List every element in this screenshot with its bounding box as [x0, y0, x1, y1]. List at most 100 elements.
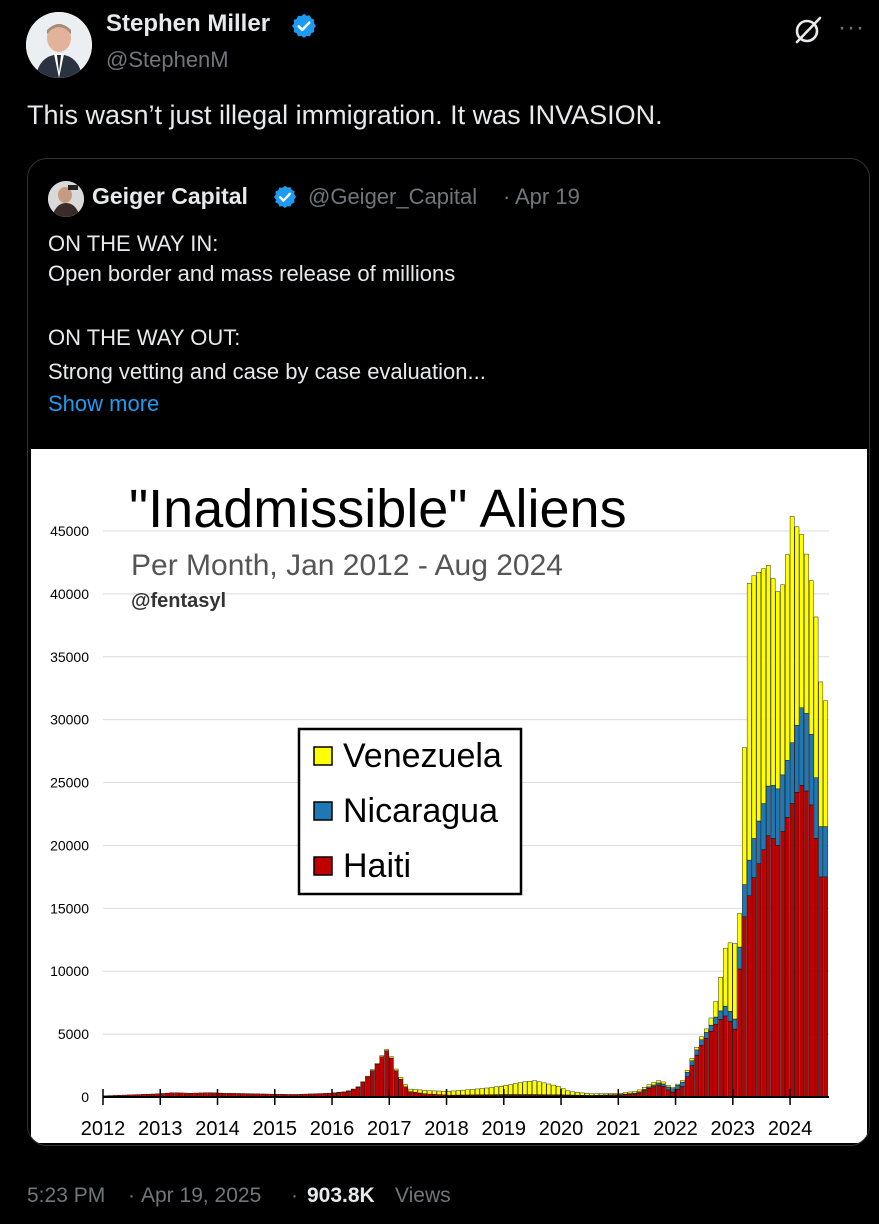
- x-tick-label: 2019: [482, 1118, 527, 1140]
- bar-venezuela: [369, 1069, 375, 1071]
- bar-venezuela: [732, 943, 738, 1020]
- bar-venezuela: [451, 1090, 456, 1096]
- bar-nicaragua: [694, 1049, 700, 1056]
- bar-haiti: [379, 1056, 385, 1098]
- bar-nicaragua: [699, 1039, 704, 1046]
- y-tick-label: 20000: [50, 837, 89, 853]
- y-tick-label: 15000: [50, 900, 89, 916]
- bar-venezuela: [575, 1092, 580, 1096]
- bar-nicaragua: [651, 1084, 657, 1087]
- bar-venezuela: [742, 747, 747, 885]
- chart-image[interactable]: 0 5000 10000 15000 20000 25000 30000 35000 40000…: [31, 449, 867, 1143]
- bar-venezuela: [646, 1084, 652, 1088]
- bar-venezuela: [489, 1087, 494, 1095]
- views-count[interactable]: 903.8K: [307, 1184, 375, 1208]
- bar-venezuela: [389, 1056, 394, 1059]
- y-tick-label: 0: [81, 1089, 89, 1105]
- author-avatar[interactable]: [26, 12, 92, 78]
- x-tick-label: 2014: [195, 1118, 240, 1140]
- bar-venezuela: [465, 1089, 470, 1096]
- author-name[interactable]: Stephen Miller: [106, 10, 270, 38]
- bar-haiti: [746, 895, 752, 1098]
- bar-venezuela: [804, 553, 809, 714]
- bar-nicaragua: [804, 713, 809, 792]
- bar-nicaragua: [727, 1011, 733, 1022]
- bar-venezuela: [775, 591, 781, 790]
- bar-nicaragua: [751, 838, 757, 878]
- bar-nicaragua: [785, 759, 790, 818]
- y-tick-label: 10000: [50, 963, 89, 979]
- bar-haiti: [350, 1089, 356, 1098]
- y-tick-label: 30000: [50, 712, 89, 728]
- bar-venezuela: [422, 1090, 428, 1094]
- bar-venezuela: [427, 1090, 432, 1095]
- bar-haiti: [804, 790, 809, 1098]
- legend-swatch-venezuela: [313, 746, 333, 766]
- bar-nicaragua: [761, 803, 766, 850]
- bar-venezuela: [541, 1082, 547, 1095]
- author-handle[interactable]: @StephenM: [106, 47, 229, 73]
- quoted-text-line: Open border and mass release of millions: [48, 261, 456, 286]
- bar-venezuela: [498, 1086, 504, 1095]
- x-tick-label: 2013: [138, 1118, 183, 1140]
- bar-haiti: [665, 1089, 671, 1098]
- bar-haiti: [708, 1031, 714, 1098]
- bar-venezuela: [579, 1092, 585, 1096]
- bar-haiti: [398, 1078, 404, 1098]
- bar-venezuela: [665, 1084, 671, 1088]
- bar-venezuela: [818, 681, 824, 827]
- bar-venezuela: [565, 1090, 571, 1096]
- bar-haiti: [742, 916, 747, 1098]
- post-time[interactable]: 5:23 PM: [27, 1184, 105, 1208]
- bar-venezuela: [517, 1082, 523, 1095]
- bar-venezuela: [632, 1091, 637, 1094]
- bar-venezuela: [398, 1077, 404, 1080]
- bar-venezuela: [551, 1084, 556, 1095]
- legend-label-venezuela: Venezuela: [343, 737, 502, 775]
- bar-venezuela: [718, 977, 723, 1012]
- bar-venezuela: [756, 572, 762, 822]
- post-date[interactable]: Apr 19, 2025: [141, 1184, 261, 1208]
- bar-haiti: [737, 968, 742, 1098]
- bar-haiti: [813, 838, 819, 1098]
- x-tick-label: 2023: [711, 1118, 756, 1140]
- y-tick-label: 35000: [50, 649, 89, 665]
- views-label[interactable]: Views: [395, 1184, 451, 1208]
- bar-venezuela: [403, 1084, 408, 1087]
- bar-venezuela: [350, 1088, 356, 1090]
- quoted-verified-badge-icon: [272, 184, 298, 210]
- bar-haiti: [756, 863, 762, 1098]
- bar-haiti: [794, 792, 800, 1098]
- more-options-icon[interactable]: ···: [838, 14, 865, 42]
- quoted-author-avatar[interactable]: [48, 181, 84, 217]
- bar-venezuela: [751, 575, 757, 839]
- bar-haiti: [718, 1019, 723, 1098]
- bar-venezuela: [785, 554, 790, 761]
- bar-haiti: [789, 803, 795, 1098]
- chart-title: "Inadmissible" Aliens: [129, 479, 627, 539]
- quoted-author-handle[interactable]: @Geiger_Capital: [308, 184, 477, 210]
- bar-venezuela: [599, 1093, 604, 1096]
- bar-nicaragua: [723, 1005, 728, 1017]
- bar-haiti: [374, 1064, 380, 1098]
- bar-venezuela: [346, 1090, 351, 1092]
- quoted-separator: ·: [503, 184, 511, 209]
- bar-nicaragua: [823, 826, 828, 878]
- y-tick-label: 5000: [58, 1026, 89, 1042]
- bar-venezuela: [536, 1081, 542, 1095]
- quoted-date[interactable]: Apr 19: [515, 184, 580, 210]
- show-more-link[interactable]: Show more: [48, 391, 159, 417]
- x-tick-label: 2024: [768, 1118, 813, 1140]
- bar-nicaragua: [756, 820, 762, 864]
- bar-haiti: [799, 785, 804, 1098]
- grok-icon[interactable]: [792, 14, 824, 46]
- quoted-tweet-card[interactable]: Geiger Capital @Geiger_Capital · Apr 19 …: [27, 158, 870, 1146]
- bar-venezuela: [441, 1090, 447, 1096]
- bar-haiti: [355, 1087, 361, 1098]
- bar-venezuela: [393, 1068, 399, 1071]
- x-tick-label: 2017: [367, 1118, 412, 1140]
- verified-badge-icon: [290, 12, 318, 40]
- legend-label-nicaragua: Nicaragua: [343, 792, 498, 830]
- quoted-author-name[interactable]: Geiger Capital: [92, 183, 248, 210]
- bar-venezuela: [374, 1063, 380, 1065]
